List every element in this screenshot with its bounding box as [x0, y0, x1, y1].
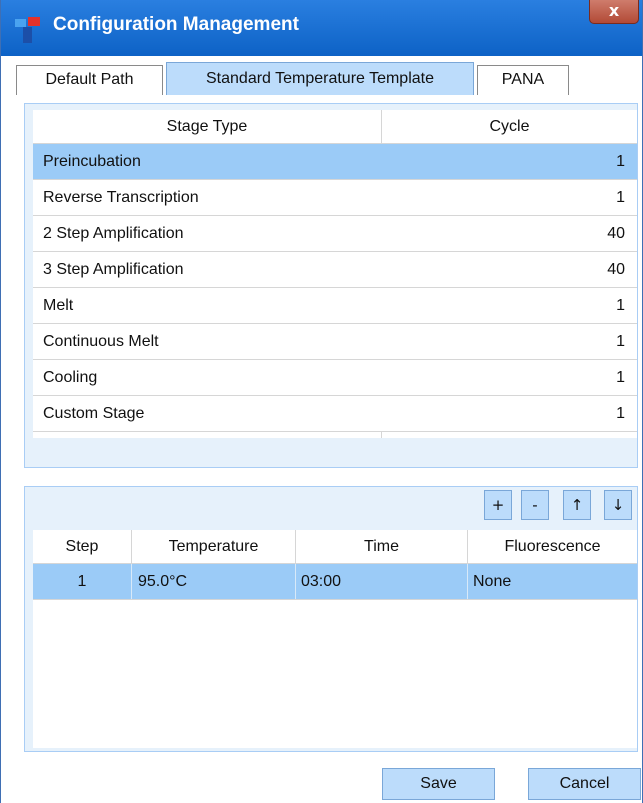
move-step-down-button[interactable]: ↓: [604, 490, 632, 520]
table-row[interactable]: Preincubation 1: [33, 144, 637, 180]
stage-type-cell: 3 Step Amplification: [43, 261, 184, 278]
tab-label: PANA: [501, 71, 545, 88]
plus-icon: +: [491, 496, 505, 514]
table-row[interactable]: Melt 1: [33, 288, 637, 324]
temperature-cell[interactable]: 95.0°C: [138, 564, 187, 599]
table-row[interactable]: Continuous Melt 1: [33, 324, 637, 360]
tab-pana[interactable]: PANA: [477, 65, 569, 95]
column-divider: [295, 564, 296, 599]
fluorescence-cell[interactable]: None: [473, 564, 511, 599]
header-fluorescence[interactable]: Fluorescence: [468, 530, 637, 565]
step-table[interactable]: Step Temperature Time Fluorescence 1 95.…: [33, 530, 637, 748]
time-cell[interactable]: 03:00: [301, 564, 341, 599]
cycle-cell[interactable]: 40: [607, 252, 625, 287]
header-cycle[interactable]: Cycle: [382, 110, 637, 145]
stage-table[interactable]: Stage Type Cycle Preincubation 1 Reverse…: [33, 110, 637, 438]
header-time[interactable]: Time: [296, 530, 467, 565]
cycle-cell[interactable]: 1: [616, 288, 625, 323]
add-step-button[interactable]: +: [484, 490, 512, 520]
step-number-cell: 1: [77, 573, 87, 590]
stage-type-cell: Cooling: [43, 369, 98, 386]
table-row[interactable]: Cooling 1: [33, 360, 637, 396]
header-temperature[interactable]: Temperature: [132, 530, 295, 565]
cycle-cell[interactable]: 1: [616, 324, 625, 359]
stage-type-cell: Continuous Melt: [43, 333, 159, 350]
column-divider: [131, 564, 132, 599]
tab-standard-temperature-template[interactable]: Standard Temperature Template: [166, 62, 474, 95]
window-title: Configuration Management: [53, 14, 299, 35]
stage-type-cell: Custom Stage: [43, 405, 145, 422]
tab-default-path[interactable]: Default Path: [16, 65, 163, 95]
stage-type-cell: Melt: [43, 297, 74, 314]
tab-label: Standard Temperature Template: [206, 70, 434, 87]
arrow-down-icon: ↓: [611, 496, 625, 514]
table-row[interactable]: 2 Step Amplification 40: [33, 216, 637, 252]
arrow-up-icon: ↑: [570, 496, 584, 514]
config-window: Configuration Management x Default Path …: [0, 0, 643, 803]
header-step[interactable]: Step: [33, 530, 131, 565]
cycle-cell[interactable]: 1: [616, 360, 625, 395]
app-logo-icon: [15, 17, 40, 43]
stage-type-cell: 2 Step Amplification: [43, 225, 184, 242]
cycle-cell[interactable]: 40: [607, 216, 625, 251]
remove-step-button[interactable]: -: [521, 490, 549, 520]
table-row[interactable]: Custom Stage 1: [33, 396, 637, 432]
table-row[interactable]: 1 95.0°C 03:00 None: [33, 564, 637, 600]
column-divider: [467, 564, 468, 599]
minus-icon: -: [532, 496, 538, 514]
table-row[interactable]: 3 Step Amplification 40: [33, 252, 637, 288]
title-bar[interactable]: Configuration Management x: [1, 0, 642, 56]
cycle-cell[interactable]: 1: [616, 180, 625, 215]
tab-label: Default Path: [45, 71, 134, 88]
move-step-up-button[interactable]: ↑: [563, 490, 591, 520]
header-stage-type[interactable]: Stage Type: [33, 110, 381, 145]
cycle-cell[interactable]: 1: [616, 144, 625, 179]
stage-type-cell: Preincubation: [43, 153, 141, 170]
close-button[interactable]: x: [589, 0, 639, 24]
stage-type-cell: Reverse Transcription: [43, 189, 199, 206]
cycle-cell[interactable]: 1: [616, 396, 625, 431]
table-row[interactable]: Reverse Transcription 1: [33, 180, 637, 216]
tab-strip: Default Path Standard Temperature Templa…: [1, 56, 642, 96]
cancel-button[interactable]: Cancel: [528, 768, 641, 800]
save-button[interactable]: Save: [382, 768, 495, 800]
close-icon: x: [608, 1, 620, 20]
